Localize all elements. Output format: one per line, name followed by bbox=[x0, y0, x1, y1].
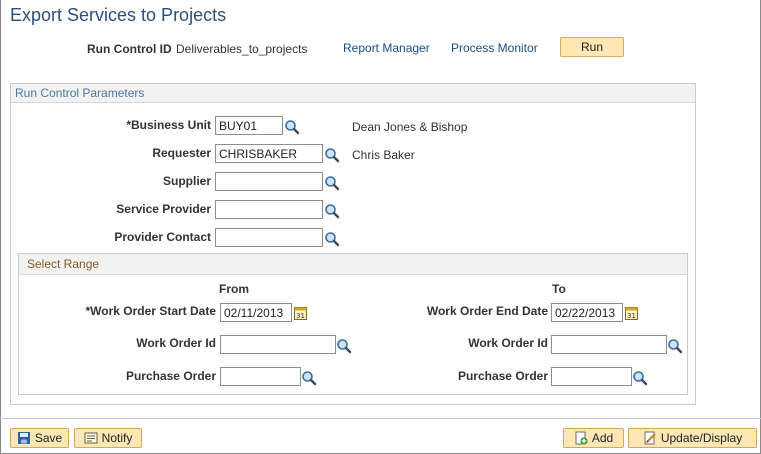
toolbar-separator bbox=[0, 418, 761, 419]
requester-label: Requester bbox=[152, 146, 211, 160]
search-icon[interactable] bbox=[324, 231, 340, 247]
report-manager-link[interactable]: Report Manager bbox=[343, 41, 430, 55]
work-order-end-date-label: Work Order End Date bbox=[426, 304, 548, 318]
from-work-order-id-input[interactable] bbox=[220, 335, 336, 354]
svg-text:31: 31 bbox=[627, 312, 636, 320]
search-icon[interactable] bbox=[667, 338, 683, 354]
update-display-button[interactable]: Update/Display bbox=[628, 428, 757, 448]
to-work-order-id-input[interactable] bbox=[551, 335, 667, 354]
requester-input[interactable] bbox=[215, 144, 323, 163]
run-button[interactable]: Run bbox=[560, 37, 624, 57]
supplier-label: Supplier bbox=[162, 174, 211, 188]
notify-button-label: Notify bbox=[101, 431, 133, 445]
to-column-header: To bbox=[552, 282, 566, 296]
svg-text:31: 31 bbox=[296, 312, 305, 320]
business-unit-input[interactable] bbox=[215, 116, 283, 135]
run-button-label: Run bbox=[580, 40, 603, 54]
from-purchase-order-label: Purchase Order bbox=[125, 369, 216, 383]
business-unit-description: Dean Jones & Bishop bbox=[352, 120, 468, 134]
page-title: Export Services to Projects bbox=[10, 5, 227, 25]
from-column-header: From bbox=[219, 282, 249, 296]
search-icon[interactable] bbox=[324, 147, 340, 163]
work-order-start-date-label: *Work Order Start Date bbox=[85, 304, 216, 318]
save-button-label: Save bbox=[34, 431, 63, 445]
search-icon[interactable] bbox=[632, 370, 648, 386]
work-order-start-date-input[interactable] bbox=[220, 303, 292, 322]
requester-description: Chris Baker bbox=[352, 148, 415, 162]
search-icon[interactable] bbox=[336, 338, 352, 354]
to-purchase-order-label: Purchase Order bbox=[457, 369, 548, 383]
from-purchase-order-input[interactable] bbox=[220, 367, 301, 386]
to-purchase-order-input[interactable] bbox=[551, 367, 632, 386]
calendar-icon[interactable]: 31 bbox=[624, 305, 640, 321]
provider-contact-label: Provider Contact bbox=[114, 230, 211, 244]
run-control-label: Run Control ID bbox=[87, 42, 172, 56]
add-icon bbox=[575, 431, 588, 445]
search-icon[interactable] bbox=[324, 203, 340, 219]
update-display-button-label: Update/Display bbox=[660, 431, 743, 445]
select-range-header: Select Range bbox=[19, 254, 687, 275]
provider-contact-input[interactable] bbox=[215, 228, 323, 247]
business-unit-label: *Business Unit bbox=[126, 118, 211, 132]
add-button[interactable]: Add bbox=[563, 428, 624, 448]
service-provider-input[interactable] bbox=[215, 200, 323, 219]
search-icon[interactable] bbox=[324, 175, 340, 191]
save-button[interactable]: Save bbox=[10, 428, 69, 448]
service-provider-label: Service Provider bbox=[116, 202, 211, 216]
work-order-end-date-input[interactable] bbox=[551, 303, 623, 322]
notify-icon bbox=[84, 432, 98, 444]
calendar-icon[interactable]: 31 bbox=[293, 305, 309, 321]
run-control-value: Deliverables_to_projects bbox=[176, 42, 308, 56]
to-work-order-id-label: Work Order Id bbox=[468, 336, 548, 350]
process-monitor-link[interactable]: Process Monitor bbox=[451, 41, 538, 55]
save-icon bbox=[17, 432, 30, 444]
update-display-icon bbox=[644, 431, 656, 445]
run-control-parameters-header: Run Control Parameters bbox=[11, 84, 695, 103]
notify-button[interactable]: Notify bbox=[74, 428, 142, 448]
supplier-input[interactable] bbox=[215, 172, 323, 191]
from-work-order-id-label: Work Order Id bbox=[136, 336, 216, 350]
search-icon[interactable] bbox=[284, 119, 300, 135]
search-icon[interactable] bbox=[301, 370, 317, 386]
add-button-label: Add bbox=[591, 431, 614, 445]
